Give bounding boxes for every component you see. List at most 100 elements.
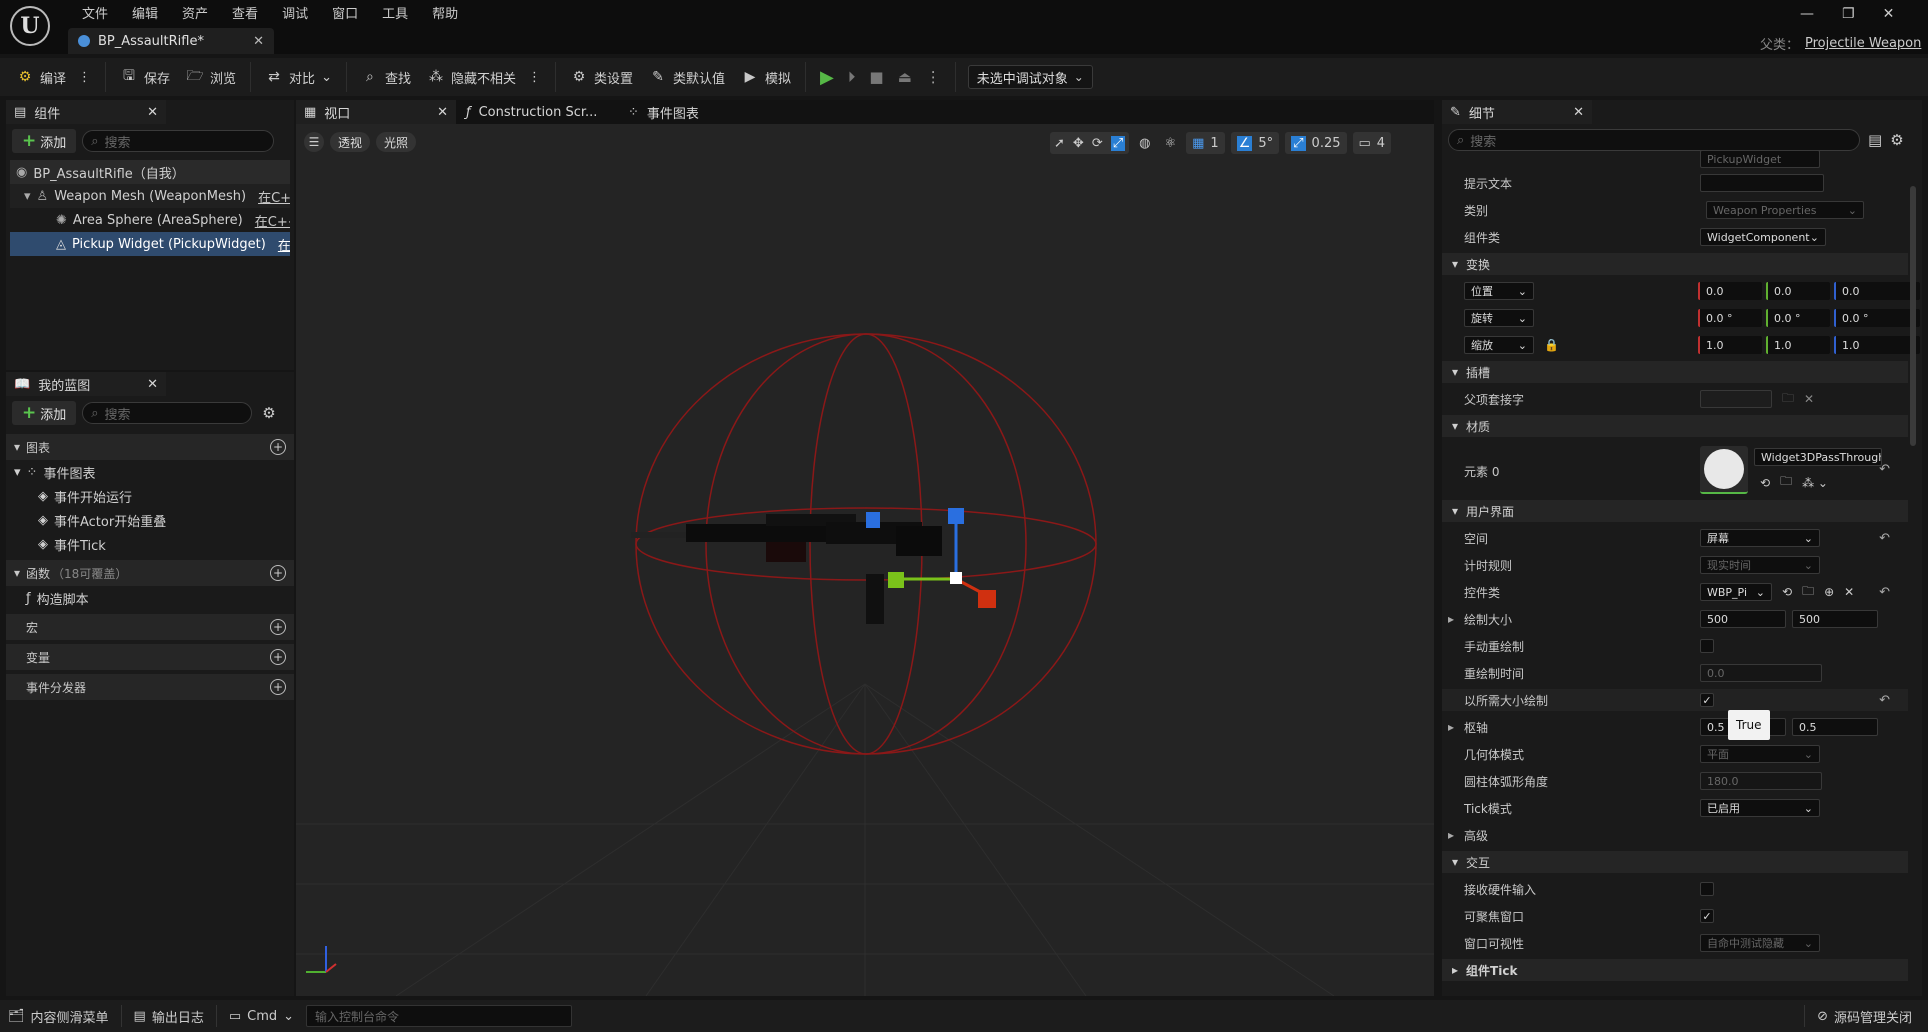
rotate-icon[interactable]: ⟳ xyxy=(1092,136,1103,151)
menu-asset[interactable]: 资产 xyxy=(170,3,220,22)
close-tab-icon[interactable]: ✕ xyxy=(437,105,448,120)
debug-target-dropdown[interactable]: 未选中调试对象 ⌄ xyxy=(967,65,1093,89)
add-component-button[interactable]: + 添加 xyxy=(12,129,77,153)
scale-z[interactable]: 1.0 xyxy=(1834,336,1920,354)
parent-class-link[interactable]: Projectile Weapon xyxy=(1805,36,1921,51)
find-button[interactable]: ⌕ 查找 xyxy=(353,63,419,91)
advanced-row[interactable]: ▸ 高级 xyxy=(1442,824,1908,846)
menu-window[interactable]: 窗口 xyxy=(320,3,370,22)
add-circle-icon[interactable]: ⊕ xyxy=(1824,585,1834,599)
world-local-icon[interactable]: ◍ xyxy=(1135,136,1154,151)
cpp-link[interactable]: 在C++ xyxy=(278,235,290,254)
add-macro-icon[interactable]: + xyxy=(270,619,286,635)
location-z[interactable]: 0.0 xyxy=(1834,282,1920,300)
material-thumbnail[interactable] xyxy=(1700,446,1748,494)
more-icon[interactable]: ⋮ xyxy=(926,68,941,86)
variables-category[interactable]: 变量 + xyxy=(6,644,294,670)
clear-icon[interactable]: ✕ xyxy=(1844,585,1854,599)
rotation-x[interactable]: 0.0 ° xyxy=(1698,309,1762,327)
functions-category[interactable]: ▾ 函数 （18可覆盖） + xyxy=(6,560,294,586)
scale-y[interactable]: 1.0 xyxy=(1766,336,1830,354)
minimize-icon[interactable]: — xyxy=(1800,6,1814,22)
browse-button[interactable]: 🗁 浏览 xyxy=(178,63,244,91)
pivot-y[interactable]: 0.5 xyxy=(1792,718,1878,736)
event-item[interactable]: ◈ 事件开始运行 xyxy=(6,484,294,508)
ui-section[interactable]: ▾ 用户界面 xyxy=(1442,500,1908,522)
scale-snap-control[interactable]: ⤢ 0.25 xyxy=(1285,132,1347,154)
rotation-y[interactable]: 0.0 ° xyxy=(1766,309,1830,327)
menu-file[interactable]: 文件 xyxy=(70,3,120,22)
cmd-dropdown[interactable]: ▭ Cmd ⌄ xyxy=(229,1009,294,1024)
tab-construction-script[interactable]: ƒ Construction Scr... xyxy=(458,100,618,124)
reset-icon[interactable]: ↶ xyxy=(1879,585,1890,600)
step-icon[interactable]: ⏵ xyxy=(848,68,856,86)
details-tab[interactable]: ✎ 细节 ✕ xyxy=(1442,100,1592,124)
menu-help[interactable]: 帮助 xyxy=(420,3,470,22)
focusable-checkbox[interactable]: ✓ xyxy=(1700,909,1714,923)
clear-icon[interactable]: ✕ xyxy=(1804,392,1814,406)
components-search[interactable]: ⌕ 搜索 xyxy=(82,130,275,152)
tree-item-root[interactable]: ◉ BP_AssaultRifle（自我） xyxy=(10,160,290,184)
perspective-button[interactable]: 透视 xyxy=(330,132,371,152)
close-window-icon[interactable]: ✕ xyxy=(1883,6,1895,22)
reset-icon[interactable]: ↶ xyxy=(1879,462,1890,477)
menu-tools[interactable]: 工具 xyxy=(370,3,420,22)
document-tab[interactable]: BP_AssaultRifle* ✕ xyxy=(68,28,274,54)
rotation-snap-control[interactable]: ∠ 5° xyxy=(1230,132,1280,154)
play-icon[interactable]: ▶ xyxy=(820,67,834,88)
graphs-category[interactable]: ▾ 图表 + xyxy=(6,434,294,460)
menu-view[interactable]: 查看 xyxy=(220,3,270,22)
space-dropdown[interactable]: 屏幕 ⌄ xyxy=(1700,529,1820,547)
tree-item-pickup-widget[interactable]: ◬ Pickup Widget (PickupWidget) 在C++ xyxy=(10,232,290,256)
close-tab-icon[interactable]: ✕ xyxy=(147,105,158,120)
redraw-time-field[interactable]: 0.0 xyxy=(1700,664,1822,682)
add-member-button[interactable]: + 添加 xyxy=(12,401,77,425)
component-tick-section[interactable]: ▸ 组件Tick xyxy=(1442,959,1908,981)
reset-icon[interactable]: ↶ xyxy=(1879,693,1890,708)
construction-script-item[interactable]: ƒ 构造脚本 xyxy=(6,586,294,610)
transform-section[interactable]: ▾ 变换 xyxy=(1442,253,1908,275)
widget-class-dropdown[interactable]: WBP_Pi ⌄ xyxy=(1700,583,1772,601)
sockets-section[interactable]: ▾ 插槽 xyxy=(1442,361,1908,383)
event-graph-item[interactable]: ▾ ⁘ 事件图表 xyxy=(6,460,294,484)
unreal-logo[interactable]: U xyxy=(10,6,50,46)
cpp-link[interactable]: 在C++中编 xyxy=(255,211,290,230)
diff-button[interactable]: ⇄ 对比 ⌄ xyxy=(257,63,340,91)
console-input[interactable]: 输入控制台命令 xyxy=(306,1005,573,1027)
source-control-button[interactable]: ⊘ 源码管理关闭 xyxy=(1817,1007,1912,1026)
gear-icon[interactable]: ⚙ xyxy=(1890,131,1903,149)
materials-section[interactable]: ▾ 材质 xyxy=(1442,415,1908,437)
components-tab[interactable]: ▤ 组件 ✕ xyxy=(6,100,166,124)
category-dropdown[interactable]: Weapon Properties ⌄ xyxy=(1706,201,1864,219)
viewport[interactable]: ☰ 透视 光照 ➚ ✥ ⟳ ⤢ ◍ ⚛ ▦ 1 ∠ 5° ⤢ 0.25 ▭ 4 xyxy=(296,124,1434,996)
grid-snap-control[interactable]: ▦ 1 xyxy=(1186,132,1225,154)
add-variable-icon[interactable]: + xyxy=(270,649,286,665)
hw-input-checkbox[interactable] xyxy=(1700,882,1714,896)
gear-icon[interactable]: ⚙ xyxy=(262,404,275,422)
interaction-section[interactable]: ▾ 交互 xyxy=(1442,851,1908,873)
cpp-link[interactable]: 在C++中 xyxy=(258,187,290,206)
scale-x[interactable]: 1.0 xyxy=(1698,336,1762,354)
tree-item-area-sphere[interactable]: ✺ Area Sphere (AreaSphere) 在C++中编 xyxy=(10,208,290,232)
close-tab-icon[interactable]: ✕ xyxy=(253,34,264,49)
stop-icon[interactable]: ■ xyxy=(869,68,883,86)
simulate-button[interactable]: ▶ 模拟 xyxy=(733,63,799,91)
menu-debug[interactable]: 调试 xyxy=(270,3,320,22)
class-settings-button[interactable]: ⚙ 类设置 xyxy=(562,63,641,91)
browse-folder-icon[interactable]: 🗀 xyxy=(1802,582,1814,603)
hamburger-menu-icon[interactable]: ☰ xyxy=(304,132,324,152)
manual-redraw-checkbox[interactable] xyxy=(1700,639,1714,653)
camera-speed-control[interactable]: ▭ 4 xyxy=(1352,132,1392,154)
var-name-field[interactable]: PickupWidget xyxy=(1700,150,1820,168)
move-icon[interactable]: ✥ xyxy=(1073,136,1084,151)
desired-size-checkbox[interactable]: ✓ xyxy=(1700,693,1714,707)
location-x[interactable]: 0.0 xyxy=(1698,282,1762,300)
tick-mode-dropdown[interactable]: 已启用 ⌄ xyxy=(1700,799,1820,817)
my-blueprint-search[interactable]: ⌕ 搜索 xyxy=(82,402,253,424)
dispatchers-category[interactable]: 事件分发器 + xyxy=(6,674,294,700)
parent-socket-field[interactable] xyxy=(1700,390,1772,408)
hide-unrelated-button[interactable]: ⁂ 隐藏不相关 ⋮ xyxy=(419,63,549,91)
rotation-dropdown[interactable]: 旋转 ⌄ xyxy=(1464,309,1534,327)
lock-icon[interactable]: 🔒 xyxy=(1544,338,1559,352)
more-icon[interactable]: ⋮ xyxy=(78,70,91,85)
